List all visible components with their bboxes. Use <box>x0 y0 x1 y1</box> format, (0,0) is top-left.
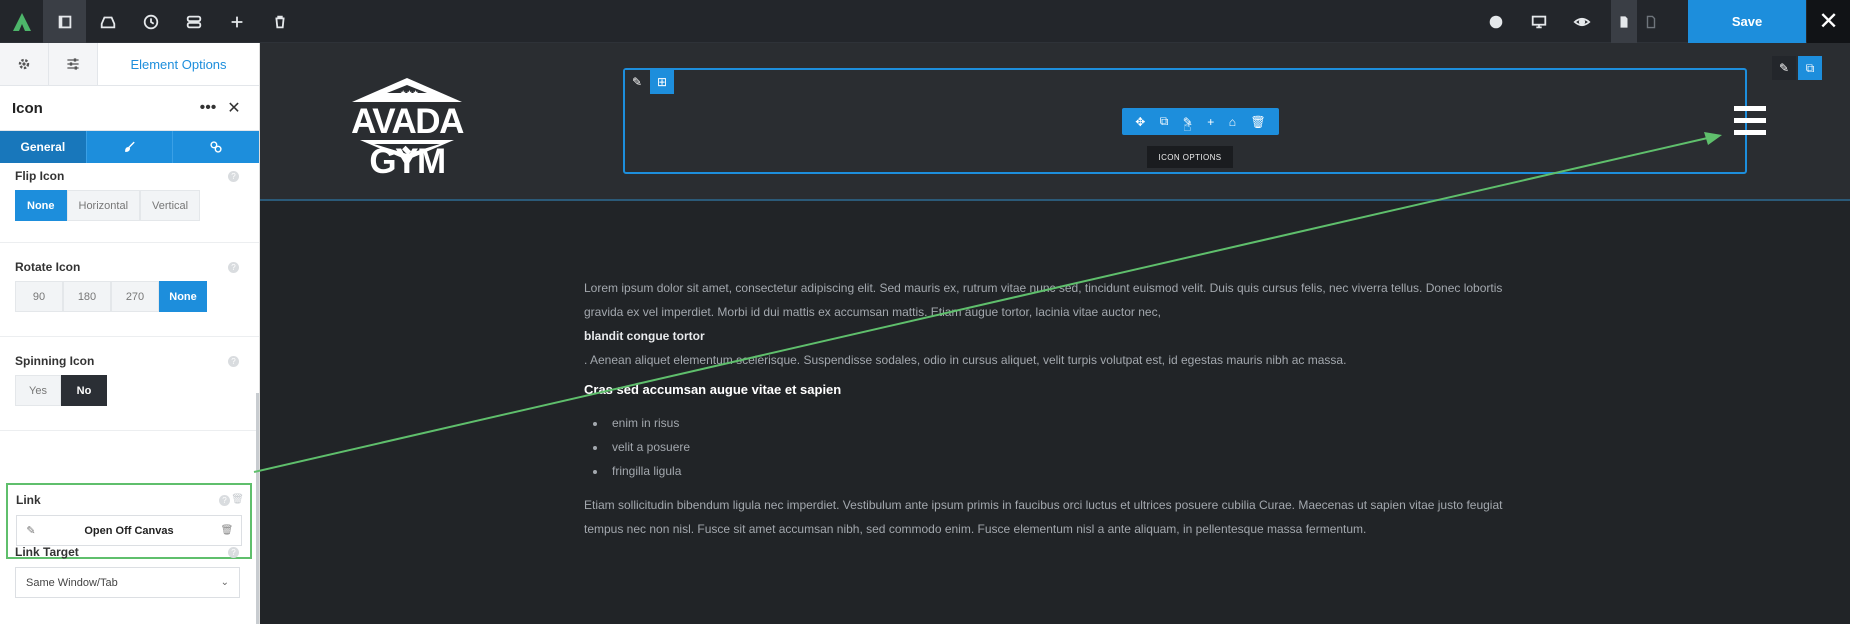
trash-icon[interactable]: 🗑 <box>231 494 244 505</box>
move-icon[interactable]: ✥ <box>1135 115 1145 129</box>
chevron-down-icon: ⌄ <box>220 577 229 588</box>
paragraph: Etiam sollicitudin bibendum ligula nec i… <box>584 498 1503 536</box>
hamburger-menu-icon[interactable] <box>1734 106 1766 136</box>
content-heading: Cras sed accumsan augue vitae et sapien <box>584 382 842 397</box>
bullet-list: enim in risus velit a posuere fringilla … <box>607 411 1524 483</box>
avada-gym-logo[interactable]: ★★★ AVADA GYM <box>322 68 492 181</box>
help-icon[interactable]: ? <box>1474 0 1517 43</box>
sidebar-tabs: Element Options <box>0 43 259 86</box>
spinning-icon-options: Yes No <box>15 375 107 406</box>
trash-icon[interactable]: 🗑 <box>213 525 241 536</box>
link-value: Open Off Canvas <box>84 524 174 537</box>
content-text-block: Lorem ipsum dolor sit amet, consectetur … <box>584 276 1524 541</box>
divider <box>0 430 259 431</box>
preview-eye-icon[interactable] <box>1560 0 1603 43</box>
avada-logo-icon[interactable] <box>0 0 43 43</box>
page-icon[interactable] <box>1611 0 1637 43</box>
template-icon[interactable] <box>1638 0 1664 43</box>
option-subtabs: General <box>0 131 259 163</box>
rotate-none-button[interactable]: None <box>159 281 207 312</box>
container-options-icon[interactable]: ⧉ <box>1798 56 1822 80</box>
help-icon[interactable]: ? <box>228 262 239 273</box>
rotate-180-button[interactable]: 180 <box>63 281 111 312</box>
logo-text: AVADA GYM <box>351 102 464 181</box>
paragraph: Lorem ipsum dolor sit amet, consectetur … <box>584 281 1503 319</box>
link-field[interactable]: ✎ Open Off Canvas 🗑 <box>16 515 242 546</box>
tab-element-options[interactable]: Element Options <box>98 43 259 85</box>
element-options-sidebar: Element Options Icon ••• ✕ General Flip … <box>0 43 260 624</box>
list-item: velit a posuere <box>607 435 1524 459</box>
add-element-icon[interactable] <box>215 0 258 43</box>
link-chain-icon <box>210 141 222 153</box>
save-button[interactable]: Save <box>1688 0 1806 43</box>
builder-toolbar: ? Save ✕ <box>0 0 1850 43</box>
paragraph: . Aenean aliquet elementum scelerisque. … <box>584 353 1347 367</box>
element-toolbar: ✥ ⧉ ✎ + ⌂ 🗑 <box>1122 108 1279 135</box>
rotate-270-button[interactable]: 270 <box>111 281 159 312</box>
brush-icon <box>124 141 135 152</box>
spinning-no-button[interactable]: No <box>61 375 107 406</box>
list-item: enim in risus <box>607 411 1524 435</box>
clone-icon[interactable]: ⧉ <box>1160 114 1169 129</box>
bold-text: blandit congue tortor <box>584 329 705 343</box>
sidebar-toggle-icon[interactable] <box>43 0 86 43</box>
flip-vertical-button[interactable]: Vertical <box>140 190 201 221</box>
save-library-icon[interactable]: ⌂ <box>1229 115 1236 129</box>
rotate-icon-options: 90 180 270 None <box>15 281 207 312</box>
sliders-icon[interactable] <box>49 43 98 85</box>
spinning-icon-label: Spinning Icon <box>15 354 95 368</box>
history-icon[interactable] <box>129 0 172 43</box>
close-builder-icon[interactable]: ✕ <box>1807 0 1850 43</box>
help-icon[interactable]: ? <box>228 547 239 558</box>
page-canvas: ★★★ AVADA GYM ✎ ⊞ ✎ ⧉ ✥ ⧉ ✎ + ⌂ 🗑 ICON O… <box>260 43 1850 624</box>
spinning-yes-button[interactable]: Yes <box>15 375 61 406</box>
link-label: Link <box>16 493 41 507</box>
link-target-label: Link Target <box>15 545 79 559</box>
svg-text:★★★: ★★★ <box>400 89 419 97</box>
help-icon[interactable]: ? <box>228 356 239 367</box>
pencil-icon[interactable]: ✎ <box>17 524 45 537</box>
sidebar-scrollbar[interactable] <box>256 393 259 624</box>
divider <box>0 242 259 243</box>
tab-extras[interactable] <box>173 131 259 163</box>
add-icon[interactable]: + <box>1207 115 1214 129</box>
settings-toggle-icon[interactable] <box>172 0 215 43</box>
flip-horizontal-button[interactable]: Horizontal <box>66 190 141 221</box>
desktop-preview-icon[interactable] <box>1517 0 1560 43</box>
help-icon[interactable]: ? <box>219 495 230 506</box>
close-icon[interactable]: ✕ <box>221 98 247 118</box>
flip-none-button[interactable]: None <box>15 190 67 221</box>
help-icon[interactable]: ? <box>228 171 239 182</box>
rotate-90-button[interactable]: 90 <box>15 281 63 312</box>
library-icon[interactable] <box>86 0 129 43</box>
trash-icon[interactable] <box>258 0 301 43</box>
element-header: Icon ••• ✕ <box>0 86 259 131</box>
element-title: Icon <box>12 99 43 117</box>
cursor-hand-icon: ☝ <box>1183 118 1192 134</box>
flip-icon-options: None Horizontal Vertical <box>15 190 201 221</box>
gear-icon[interactable] <box>0 43 49 85</box>
pencil-icon[interactable]: ✎ <box>1772 56 1796 80</box>
list-item: fringilla ligula <box>607 459 1524 483</box>
more-options-icon[interactable]: ••• <box>195 99 221 117</box>
pencil-icon[interactable]: ✎ <box>625 70 649 94</box>
tab-design[interactable] <box>87 131 174 163</box>
divider <box>0 336 259 337</box>
tooltip: ICON OPTIONS <box>1147 146 1233 168</box>
rotate-icon-label: Rotate Icon <box>15 260 81 274</box>
link-target-value: Same Window/Tab <box>26 576 118 589</box>
tab-general[interactable]: General <box>0 131 87 163</box>
flip-icon-label: Flip Icon <box>15 169 65 183</box>
svg-text:?: ? <box>1493 17 1499 27</box>
header-container: ★★★ AVADA GYM ✎ ⊞ ✎ ⧉ ✥ ⧉ ✎ + ⌂ 🗑 ICON O… <box>260 43 1850 201</box>
column-options-icon[interactable]: ⊞ <box>650 70 674 94</box>
link-target-select[interactable]: Same Window/Tab ⌄ <box>15 567 240 598</box>
trash-icon[interactable]: 🗑 <box>1250 115 1265 129</box>
